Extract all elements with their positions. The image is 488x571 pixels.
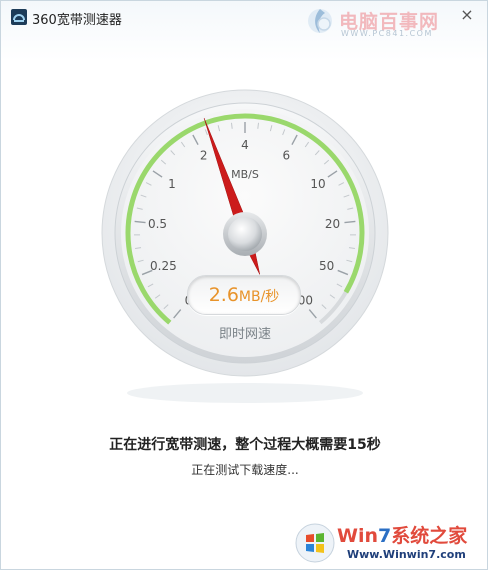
status-message: 正在进行宽带测速，整个过程大概需要15秒 [1,434,488,454]
speed-value: 2.6 [209,284,239,306]
watermark-title-num: 7 [378,525,391,547]
watermark-url-bottom: Www.Winwin7.com [347,548,466,561]
gauge-tick-label: 6 [282,148,290,162]
status-submessage: 正在测试下载速度... [1,461,488,478]
gauge-tick-label: 0.5 [148,217,167,231]
gauge-shadow [127,383,363,403]
watermark-winwin7: Win7系统之家 Www.Winwin7.com [293,517,488,571]
watermark-title: Win7系统之家 [337,521,467,548]
watermark-title-suffix: 系统之家 [391,525,467,547]
gauge-hub [228,217,262,251]
speed-readout: 2.6MB/秒 [187,275,301,315]
instant-speed-label: 即时网速 [1,323,488,342]
gauge-unit-label: MB/S [231,168,259,181]
gauge-tick-label: 2 [200,148,208,162]
app-window: 360宽带测速器 × 电脑百事网 WWW.PC841.COM [0,0,488,570]
watermark-title-prefix: Win [337,525,378,547]
speed-unit: MB/秒 [239,289,279,305]
gauge-tick-label: 1 [168,177,176,191]
gauge-tick-label: 10 [310,177,325,191]
windows-logo-icon [295,523,335,563]
gauge-tick-label: 20 [325,217,340,231]
gauge-tick-label: 0.25 [150,259,177,273]
gauge-tick-label: 4 [241,138,249,152]
gauge-tick-label: 50 [319,259,334,273]
